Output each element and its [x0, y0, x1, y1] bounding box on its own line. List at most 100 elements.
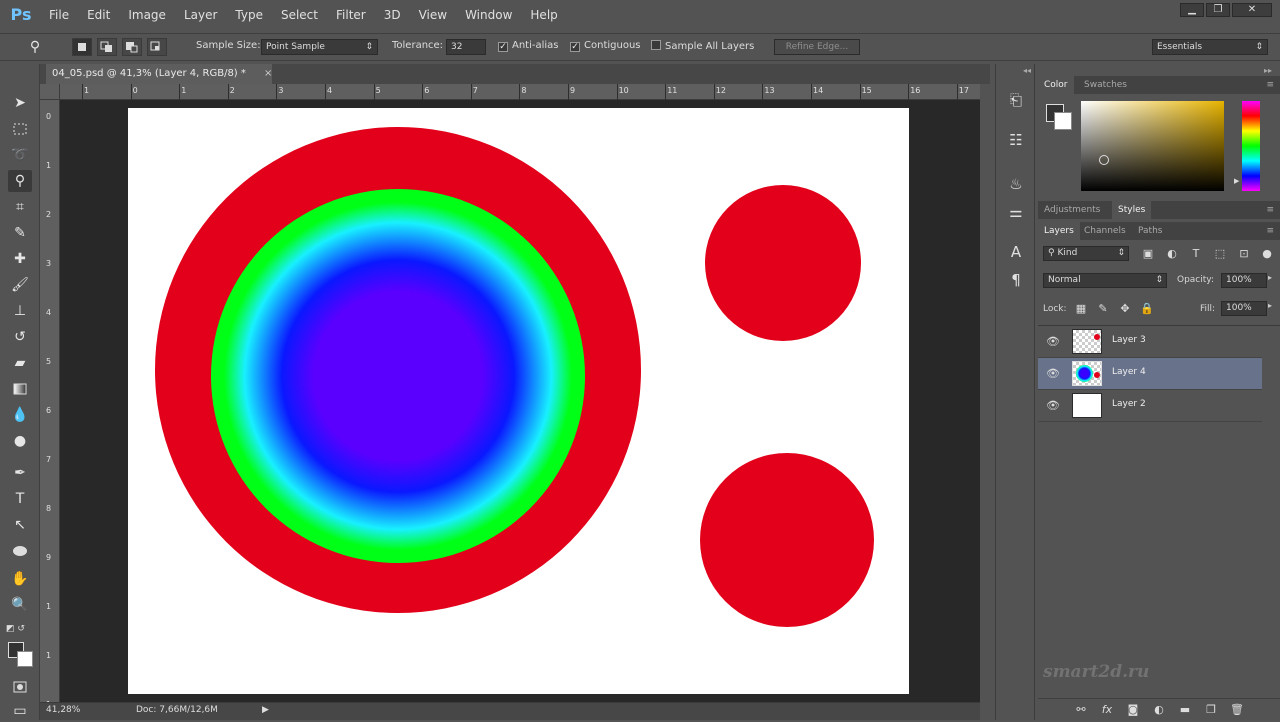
- tolerance-input[interactable]: 32: [446, 39, 486, 55]
- move-tool-icon[interactable]: ➤: [8, 92, 32, 114]
- menu-type[interactable]: Type: [226, 8, 272, 22]
- subtract-selection-button[interactable]: [122, 38, 142, 56]
- menu-window[interactable]: Window: [456, 8, 521, 22]
- close-button[interactable]: ✕: [1232, 3, 1272, 17]
- layers-panel-menu-icon[interactable]: ≡: [1266, 222, 1274, 240]
- new-adjustment-layer-icon[interactable]: ◐: [1152, 703, 1166, 717]
- sample-size-select[interactable]: Point Sample ⇕: [261, 39, 378, 55]
- menu-layer[interactable]: Layer: [175, 8, 226, 22]
- history-brush-tool-icon[interactable]: ↺: [8, 326, 32, 348]
- opacity-arrow-icon[interactable]: ▸: [1268, 273, 1272, 282]
- contiguous-checkbox[interactable]: ✓: [570, 42, 580, 52]
- minimize-button[interactable]: ▁: [1180, 3, 1204, 17]
- healing-brush-tool-icon[interactable]: ✚: [8, 248, 32, 270]
- document-tab-close-icon[interactable]: ×: [264, 64, 272, 84]
- new-group-icon[interactable]: ▬: [1178, 703, 1192, 717]
- status-menu-arrow-icon[interactable]: ▶: [262, 705, 269, 715]
- menu-image[interactable]: Image: [119, 8, 175, 22]
- zoom-tool-icon[interactable]: 🔍: [8, 594, 32, 616]
- gradient-tool-icon[interactable]: [8, 378, 32, 400]
- link-layers-icon[interactable]: ⚯: [1074, 703, 1088, 717]
- workspace-select[interactable]: Essentials ⇕: [1152, 39, 1268, 55]
- ruler-origin[interactable]: [40, 84, 60, 100]
- menu-edit[interactable]: Edit: [78, 8, 119, 22]
- visibility-eye-icon[interactable]: 👁: [1046, 399, 1060, 413]
- collapse-dock-icon[interactable]: ◂◂: [1023, 66, 1031, 75]
- menu-filter[interactable]: Filter: [327, 8, 375, 22]
- hand-tool-icon[interactable]: ✋: [8, 568, 32, 590]
- filter-shape-icon[interactable]: ⬚: [1213, 247, 1227, 261]
- tab-swatches[interactable]: Swatches: [1078, 76, 1133, 94]
- type-tool-icon[interactable]: T: [8, 488, 32, 510]
- fill-arrow-icon[interactable]: ▸: [1268, 301, 1272, 310]
- layer-name[interactable]: Layer 4: [1112, 367, 1146, 377]
- character-panel-icon[interactable]: A: [1004, 240, 1028, 264]
- stamp-tool-icon[interactable]: ⊥: [8, 300, 32, 322]
- tab-color[interactable]: Color: [1038, 76, 1074, 94]
- filter-type-icon[interactable]: T: [1189, 247, 1203, 261]
- intersect-selection-button[interactable]: [147, 38, 167, 56]
- tab-styles[interactable]: Styles: [1112, 201, 1152, 219]
- refine-edge-button[interactable]: Refine Edge...: [774, 39, 860, 55]
- visibility-eye-icon[interactable]: 👁: [1046, 367, 1060, 381]
- layer-name[interactable]: Layer 3: [1112, 335, 1146, 345]
- properties-panel-icon[interactable]: ☷: [1004, 128, 1028, 152]
- path-selection-tool-icon[interactable]: ↖: [8, 514, 32, 536]
- panel-background-swatch[interactable]: [1054, 112, 1072, 130]
- collapse-panels-icon[interactable]: ▸▸: [1264, 66, 1272, 75]
- hue-slider-arrow-icon[interactable]: ▶: [1234, 177, 1239, 185]
- brush-presets-panel-icon[interactable]: ♨: [1004, 172, 1028, 196]
- tab-channels[interactable]: Channels: [1078, 222, 1132, 240]
- add-mask-icon[interactable]: ◙: [1126, 703, 1140, 717]
- filter-toggle-icon[interactable]: ●: [1260, 247, 1274, 261]
- new-selection-button[interactable]: [72, 38, 92, 56]
- blend-mode-select[interactable]: Normal ⇕: [1043, 273, 1167, 288]
- magic-wand-tool-icon[interactable]: ⚲: [8, 170, 32, 192]
- menu-select[interactable]: Select: [272, 8, 327, 22]
- tab-paths[interactable]: Paths: [1132, 222, 1168, 240]
- filter-smart-object-icon[interactable]: ⊡: [1237, 247, 1251, 261]
- canvas-workspace[interactable]: [60, 100, 980, 702]
- color-panel-menu-icon[interactable]: ≡: [1266, 76, 1274, 94]
- color-picker-cursor[interactable]: [1099, 155, 1109, 165]
- eraser-tool-icon[interactable]: ▰: [8, 352, 32, 374]
- opacity-input[interactable]: 100%: [1221, 273, 1267, 288]
- add-selection-button[interactable]: [97, 38, 117, 56]
- layer-kind-filter[interactable]: ⚲ Kind ⇕: [1043, 246, 1129, 261]
- layer-row-layer-3[interactable]: 👁 Layer 3: [1038, 326, 1262, 358]
- crop-tool-icon[interactable]: ⌗: [8, 196, 32, 218]
- filter-pixel-icon[interactable]: ▣: [1141, 247, 1155, 261]
- document-canvas[interactable]: [128, 108, 909, 694]
- brush-panel-icon[interactable]: ⚌: [1004, 200, 1028, 224]
- sample-all-layers-checkbox[interactable]: [651, 40, 661, 50]
- lasso-tool-icon[interactable]: ➰: [8, 144, 32, 166]
- lock-image-icon[interactable]: ✎: [1096, 302, 1110, 316]
- styles-panel-menu-icon[interactable]: ≡: [1266, 201, 1274, 219]
- screen-mode-icon[interactable]: ▭: [8, 700, 32, 722]
- lock-position-icon[interactable]: ✥: [1118, 302, 1132, 316]
- ellipse-tool-icon[interactable]: [8, 540, 32, 562]
- document-tab[interactable]: 04_05.psd @ 41,3% (Layer 4, RGB/8) * ×: [46, 64, 272, 84]
- layer-name[interactable]: Layer 2: [1112, 399, 1146, 409]
- visibility-eye-icon[interactable]: 👁: [1046, 335, 1060, 349]
- layer-row-layer-2[interactable]: 👁 Layer 2: [1038, 390, 1262, 422]
- antialias-option[interactable]: ✓ Anti-alias: [498, 40, 559, 52]
- swap-colors-icon[interactable]: ◩ ↺: [6, 624, 34, 636]
- pen-tool-icon[interactable]: ✒: [8, 462, 32, 484]
- new-layer-icon[interactable]: ❐: [1204, 703, 1218, 717]
- blur-tool-icon[interactable]: 💧: [8, 404, 32, 426]
- background-color-swatch[interactable]: [17, 651, 33, 667]
- brush-tool-icon[interactable]: 🖌: [8, 274, 32, 296]
- horizontal-ruler[interactable]: 1 0 1 2 3 4 5 6 7 8 9 10 11 12 13 14 15 16 17: [60, 84, 980, 100]
- menu-file[interactable]: File: [40, 8, 78, 22]
- menu-view[interactable]: View: [410, 8, 456, 22]
- vertical-ruler[interactable]: 0123456789111: [40, 100, 60, 709]
- menu-3d[interactable]: 3D: [375, 8, 410, 22]
- fill-input[interactable]: 100%: [1221, 301, 1267, 316]
- contiguous-option[interactable]: ✓ Contiguous: [570, 40, 641, 52]
- dodge-tool-icon[interactable]: ●: [8, 430, 32, 452]
- tab-layers[interactable]: Layers: [1038, 222, 1080, 240]
- filter-adjustment-icon[interactable]: ◐: [1165, 247, 1179, 261]
- layer-row-layer-4[interactable]: 👁 Layer 4: [1038, 358, 1262, 390]
- sample-all-layers-option[interactable]: Sample All Layers: [651, 40, 754, 52]
